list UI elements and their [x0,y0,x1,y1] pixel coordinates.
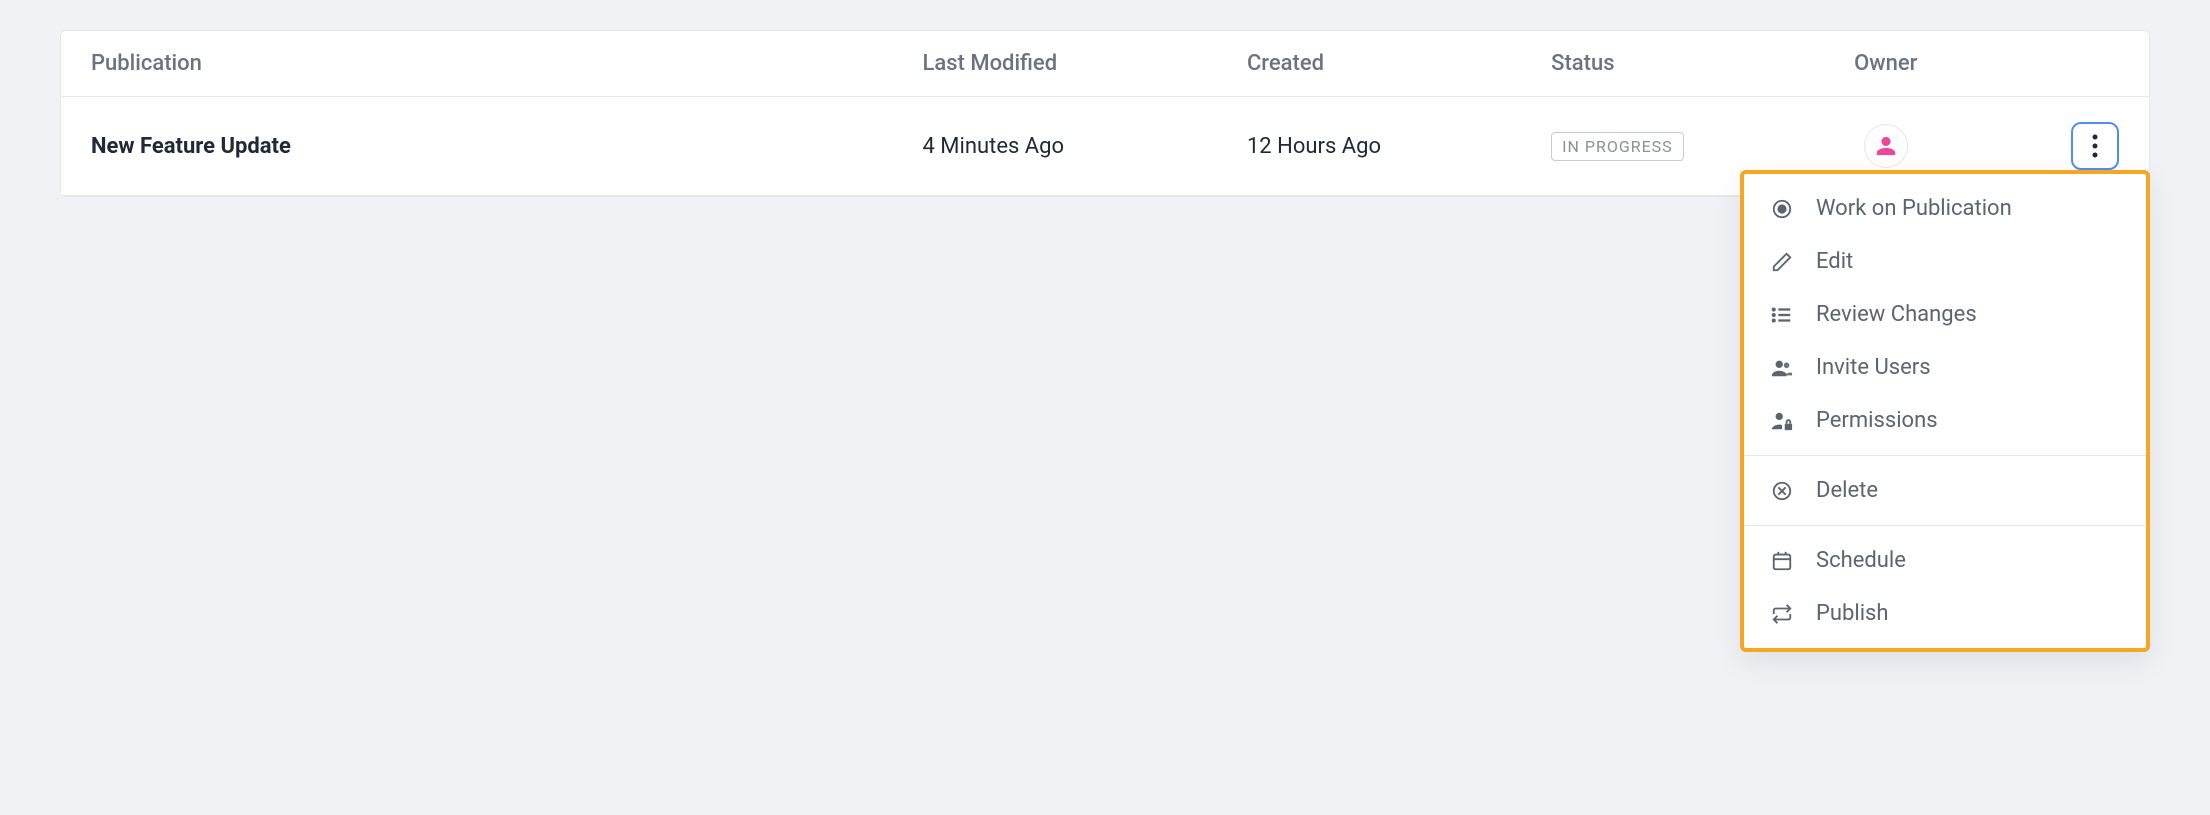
target-icon [1770,197,1794,221]
delete-icon [1770,479,1794,503]
row-publication-title: New Feature Update [91,134,922,159]
menu-label: Publish [1816,601,1889,626]
row-created: 12 Hours Ago [1247,134,1551,159]
header-status: Status [1551,51,1774,76]
header-last-modified: Last Modified [922,51,1246,76]
users-icon [1770,356,1794,380]
menu-label: Schedule [1816,548,1906,573]
menu-edit[interactable]: Edit [1744,235,2146,288]
menu-delete[interactable]: Delete [1744,464,2146,517]
dropdown-section-2: Delete [1744,455,2146,525]
row-owner-cell [1774,124,1997,168]
kebab-menu-icon [2092,134,2098,158]
pencil-icon [1770,250,1794,274]
menu-label: Edit [1816,249,1853,274]
user-icon [1875,135,1897,157]
menu-label: Review Changes [1816,302,1977,327]
row-actions-dropdown: Work on Publication Edit Review Chang [1740,170,2150,652]
menu-invite-users[interactable]: Invite Users [1744,341,2146,394]
dropdown-section-1: Work on Publication Edit Review Chang [1744,174,2146,455]
header-publication: Publication [91,51,922,76]
row-last-modified: 4 Minutes Ago [922,134,1246,159]
avatar[interactable] [1864,124,1908,168]
menu-schedule[interactable]: Schedule [1744,534,2146,587]
row-status-cell: IN PROGRESS [1551,132,1774,161]
status-badge: IN PROGRESS [1551,132,1684,161]
repeat-icon [1770,602,1794,626]
publications-table-wrapper: Publication Last Modified Created Status… [60,30,2150,197]
menu-label: Permissions [1816,408,1938,433]
row-actions-button[interactable] [2071,122,2119,170]
menu-label: Invite Users [1816,355,1931,380]
user-lock-icon [1770,409,1794,433]
menu-label: Delete [1816,478,1878,503]
menu-publish[interactable]: Publish [1744,587,2146,640]
menu-review-changes[interactable]: Review Changes [1744,288,2146,341]
header-created: Created [1247,51,1551,76]
list-icon [1770,303,1794,327]
menu-work-on-publication[interactable]: Work on Publication [1744,182,2146,235]
menu-permissions[interactable]: Permissions [1744,394,2146,447]
table-header-row: Publication Last Modified Created Status… [61,31,2149,97]
menu-label: Work on Publication [1816,196,2012,221]
dropdown-section-3: Schedule Publish [1744,525,2146,648]
calendar-icon [1770,549,1794,573]
header-owner: Owner [1774,51,1997,76]
